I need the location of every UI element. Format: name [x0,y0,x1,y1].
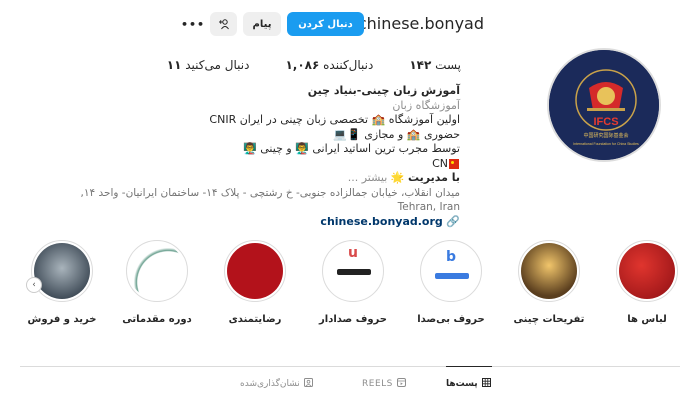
avatar-logo-text: IFCS [593,116,618,128]
tab-posts[interactable]: پست‌ها [446,378,491,390]
china-flag-icon [449,158,459,169]
active-tab-indicator [446,366,492,367]
following-stat[interactable]: ۱۱ دنبال می‌کنید [167,58,250,72]
link-icon: 🔗 [446,214,460,228]
highlight-label: رضایتمندی [228,314,282,325]
bio-more-link[interactable]: بیشتر ... [348,171,388,184]
highlight-item[interactable]: دوره مقدماتی [117,240,197,325]
bio-line-2: حضوری 🏫 و مجازی 📱💻 [333,127,460,141]
bio-line-3b: CN [40,157,460,172]
posts-stat: ۱۴۲ پست [409,58,461,72]
suggest-accounts-button[interactable] [210,12,237,36]
highlight-cover [224,240,286,302]
tab-tagged[interactable]: نشان‌گذاری‌شده [240,378,313,390]
profile-bio: آموزش زبان چینی-بنیاد چین آموزشگاه زبان … [40,84,460,229]
highlight-cover [518,240,580,302]
add-person-icon [218,19,229,30]
bio-cn-text: CN [432,156,448,170]
followers-stat[interactable]: ۱,۰۸۶ دنبال‌کننده [285,58,373,72]
ifcs-logo-icon: IFCS 中国研究国际基金会 International Foundation … [549,50,659,160]
tab-reels-label: REELS [362,379,393,389]
more-icon: ••• [180,17,206,31]
tab-tagged-label: نشان‌گذاری‌شده [240,379,300,389]
avatar-caption: International Foundation for China Studi… [573,142,639,146]
profile-avatar[interactable]: IFCS 中国研究国际基金会 International Foundation … [547,48,661,162]
following-label: دنبال می‌کنید [185,58,250,72]
highlight-item[interactable]: b حروف بی‌صدا [411,240,491,325]
tab-reels[interactable]: REELS [362,378,406,390]
tab-posts-label: پست‌ها [446,379,478,389]
star-icon: 🌟 [390,171,405,184]
posts-label: پست [435,58,461,72]
profile-stats: ۱۴۲ پست ۱,۰۸۶ دنبال‌کننده ۱۱ دنبال می‌کن… [167,58,461,72]
posts-count: ۱۴۲ [409,58,432,72]
highlight-item[interactable]: رضایتمندی [215,240,295,325]
highlight-label: حروف بی‌صدا [417,314,485,325]
highlight-item[interactable]: لباس ها [607,240,687,325]
highlight-cover: u [322,240,384,302]
highlight-cover [126,240,188,302]
highlight-label: تفریحات چینی [513,314,585,325]
highlight-label: خرید و فروش [27,314,97,325]
reels-icon [396,378,406,390]
followers-count: ۱,۰۸۶ [285,58,320,72]
more-options-button[interactable]: ••• [180,14,206,34]
highlight-item[interactable]: تفریحات چینی [509,240,589,325]
bio-title: آموزش زبان چینی-بنیاد چین [307,84,460,97]
bio-category: آموزشگاه زبان [392,98,460,112]
avatar-sub-text: 中国研究国际基金会 [583,132,628,139]
profile-username: chinese.bonyad [357,14,484,33]
highlight-cover [616,240,678,302]
tagged-icon [303,378,313,390]
bio-link-row[interactable]: 🔗 chinese.bonyad.org [40,215,460,230]
bio-link[interactable]: chinese.bonyad.org [320,215,442,228]
message-button[interactable]: پیام [243,12,281,36]
highlight-label: دوره مقدماتی [122,314,192,325]
tabs-divider [20,366,680,367]
story-highlights: لباس ها تفریحات چینی b حروف بی‌صدا u حرو… [0,240,700,340]
following-count: ۱۱ [166,58,182,72]
bio-line-4-text: با مدیریت [407,171,460,184]
bio-address: میدان انقلاب، خیابان جمالزاده جنوبی- خ ر… [80,186,460,214]
bio-line-4: با مدیریت 🌟 بیشتر ... [40,171,460,186]
highlight-item[interactable]: u حروف صدادار [313,240,393,325]
followers-label: دنبال‌کننده [323,58,374,72]
chevron-left-icon: ‹ [32,280,36,290]
highlight-label: حروف صدادار [319,314,387,325]
follow-button[interactable]: دنبال کردن [287,12,364,36]
highlight-cover: b [420,240,482,302]
bio-line-1: اولین آموزشگاه 🏫 تخصصی زبان چینی در ایرا… [209,113,460,126]
grid-icon [481,378,491,390]
bio-line-3: توسط مجرب ترین اساتید ایرانی 👨‍🏫 و چینی … [243,142,460,155]
highlights-prev-button[interactable]: ‹ [26,277,42,293]
highlight-cover [31,240,93,302]
highlight-label: لباس ها [627,314,667,325]
